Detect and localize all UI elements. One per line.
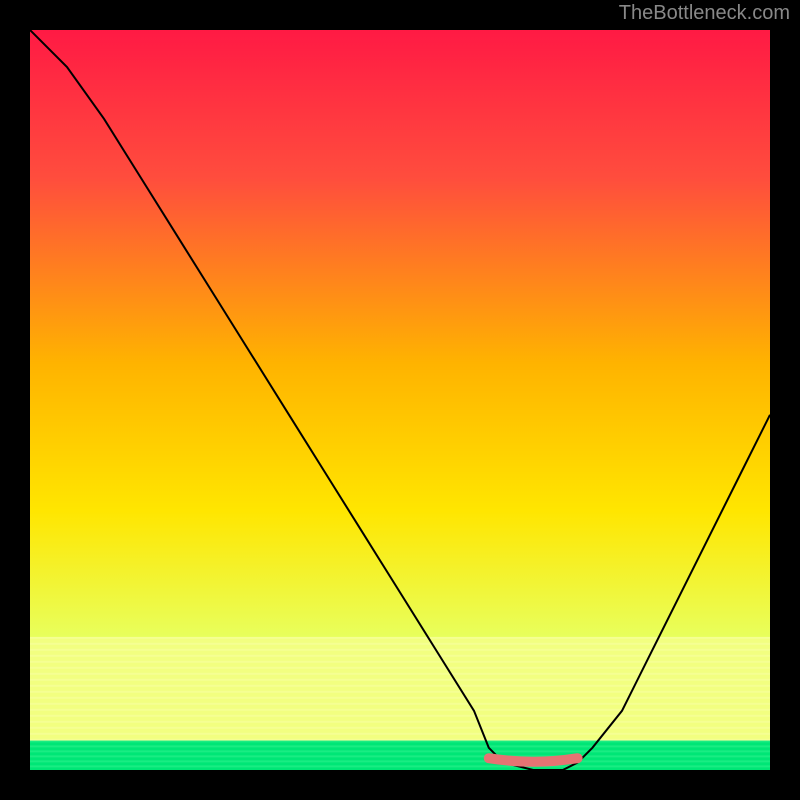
plot-area xyxy=(30,30,770,770)
chart-container: TheBottleneck.com xyxy=(0,0,800,800)
chart-svg xyxy=(30,30,770,770)
watermark-text: TheBottleneck.com xyxy=(619,2,790,25)
optimal-range-marker xyxy=(489,758,578,762)
gradient-background xyxy=(30,30,770,770)
